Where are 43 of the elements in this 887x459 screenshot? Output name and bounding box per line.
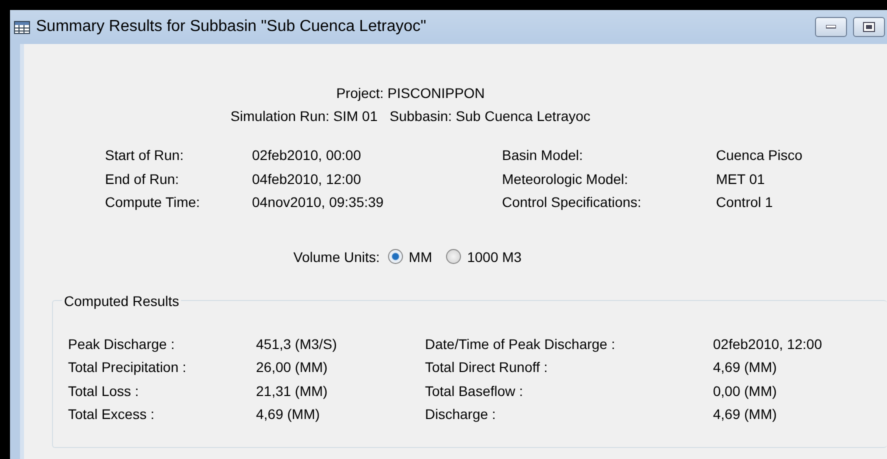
unit-radio-option[interactable]: 1000 M3 xyxy=(446,248,522,264)
field-value: Control 1 xyxy=(716,193,774,212)
field-label: Meteorologic Model: xyxy=(502,170,630,189)
result-value: 0,00 (MM) xyxy=(713,382,778,401)
result-label: Total Precipitation : xyxy=(68,358,188,377)
field-label: Compute Time: xyxy=(105,193,201,212)
result-value: 4,69 (MM) xyxy=(713,405,778,424)
unit-radio-option[interactable]: MM xyxy=(388,248,432,264)
result-label: Discharge : xyxy=(425,405,497,424)
maximize-button[interactable] xyxy=(853,17,885,37)
result-value: 4,69 (MM) xyxy=(256,405,321,424)
radio-icon[interactable] xyxy=(446,249,462,264)
minimize-button[interactable] xyxy=(815,17,847,37)
window-title: Summary Results for Subbasin "Sub Cuenca Letrayoc" xyxy=(36,18,428,36)
result-value: 26,00 (MM) xyxy=(256,358,329,377)
minimize-icon xyxy=(826,25,836,29)
result-value: 4,69 (MM) xyxy=(713,358,778,377)
field-label: Control Specifications: xyxy=(502,193,642,212)
result-label: Date/Time of Peak Discharge : xyxy=(425,334,616,354)
radio-icon[interactable] xyxy=(388,249,403,264)
field-label: Basin Model: xyxy=(502,146,584,165)
result-label: Total Baseflow : xyxy=(425,382,524,400)
result-label: Peak Discharge : xyxy=(68,334,176,354)
result-value: 02feb2010, 12:00 xyxy=(713,334,823,354)
field-value: 04nov2010, 09:35:39 xyxy=(252,193,385,212)
field-label: End of Run: xyxy=(105,170,180,188)
volume-units-label: Volume Units: xyxy=(293,248,380,264)
run-info-text: Subbasin: Sub Cuenca Letrayoc xyxy=(390,107,590,126)
result-value: 451,3 (M3/S) xyxy=(256,334,338,354)
field-value: Cuenca Pisco xyxy=(716,146,804,165)
table-icon xyxy=(14,20,30,34)
result-label: Total Direct Runoff : xyxy=(425,358,549,377)
result-label: Total Excess : xyxy=(68,405,156,424)
run-info-text: Simulation Run: SIM 01 xyxy=(230,107,378,126)
field-value: 02feb2010, 00:00 xyxy=(252,146,362,165)
group-title: Computed Results xyxy=(63,292,180,308)
result-value: 21,31 (MM) xyxy=(256,382,329,401)
project-label: Project: PISCONIPPON xyxy=(336,84,485,103)
result-label: Total Loss : xyxy=(68,382,140,400)
maximize-icon xyxy=(863,22,875,32)
field-label: Start of Run: xyxy=(105,146,185,165)
field-value: MET 01 xyxy=(716,170,766,188)
field-value: 04feb2010, 12:00 xyxy=(252,170,362,188)
